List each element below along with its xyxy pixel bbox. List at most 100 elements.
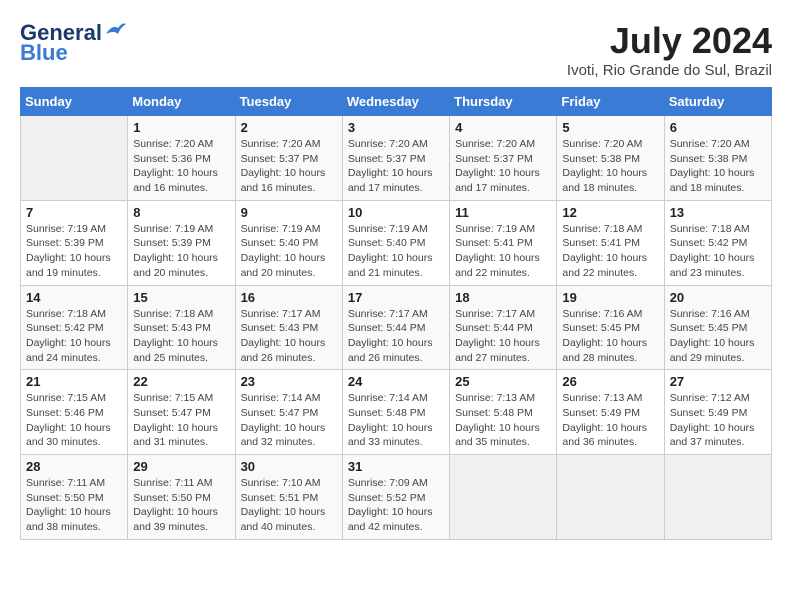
calendar-cell: 10 Sunrise: 7:19 AMSunset: 5:40 PMDayligh… <box>342 200 449 285</box>
calendar-cell: 4Sunrise: 7:20 AMSunset: 5:37 PMDaylight… <box>450 116 557 201</box>
location-title: Ivoti, Rio Grande do Sul, Brazil <box>567 62 772 79</box>
calendar-cell <box>664 455 771 540</box>
calendar-cell: 15 Sunrise: 7:18 AMSunset: 5:43 PMDayligh… <box>128 285 235 370</box>
header-monday: Monday <box>128 88 235 116</box>
calendar-cell <box>21 116 128 201</box>
calendar-cell <box>557 455 664 540</box>
day-info: Sunrise: 7:15 AMSunset: 5:47 PMDaylight:… <box>133 391 229 450</box>
day-number: 13 <box>670 205 766 220</box>
logo-blue: Blue <box>20 40 68 66</box>
calendar-cell: 21 Sunrise: 7:15 AMSunset: 5:46 PMDayligh… <box>21 370 128 455</box>
day-info: Sunrise: 7:18 AMSunset: 5:43 PMDaylight:… <box>133 307 229 366</box>
day-number: 19 <box>562 290 658 305</box>
calendar-cell: 18 Sunrise: 7:17 AMSunset: 5:44 PMDayligh… <box>450 285 557 370</box>
day-number: 8 <box>133 205 229 220</box>
day-number: 1 <box>133 120 229 135</box>
day-number: 21 <box>26 374 122 389</box>
calendar-cell: 9 Sunrise: 7:19 AMSunset: 5:40 PMDaylight… <box>235 200 342 285</box>
day-number: 29 <box>133 459 229 474</box>
day-number: 28 <box>26 459 122 474</box>
calendar-cell: 30 Sunrise: 7:10 AMSunset: 5:51 PMDayligh… <box>235 455 342 540</box>
calendar-cell: 31Sunrise: 7:09 AMSunset: 5:52 PMDayligh… <box>342 455 449 540</box>
header-saturday: Saturday <box>664 88 771 116</box>
day-number: 25 <box>455 374 551 389</box>
day-number: 24 <box>348 374 444 389</box>
day-info: Sunrise: 7:14 AMSunset: 5:47 PMDaylight:… <box>241 391 337 450</box>
day-info: Sunrise: 7:15 AMSunset: 5:46 PMDaylight:… <box>26 391 122 450</box>
day-info: Sunrise: 7:17 AMSunset: 5:44 PMDaylight:… <box>348 307 444 366</box>
calendar-week-1: 1 Sunrise: 7:20 AMSunset: 5:36 PMDaylight… <box>21 116 772 201</box>
day-number: 23 <box>241 374 337 389</box>
logo-bird-icon <box>104 20 126 38</box>
day-info: Sunrise: 7:13 AMSunset: 5:48 PMDaylight:… <box>455 391 551 450</box>
day-number: 10 <box>348 205 444 220</box>
calendar-cell: 11Sunrise: 7:19 AMSunset: 5:41 PMDayligh… <box>450 200 557 285</box>
calendar-cell: 14 Sunrise: 7:18 AMSunset: 5:42 PMDayligh… <box>21 285 128 370</box>
day-info: Sunrise: 7:14 AMSunset: 5:48 PMDaylight:… <box>348 391 444 450</box>
header-friday: Friday <box>557 88 664 116</box>
day-number: 16 <box>241 290 337 305</box>
day-info: Sunrise: 7:18 AMSunset: 5:42 PMDaylight:… <box>26 307 122 366</box>
day-number: 26 <box>562 374 658 389</box>
calendar-week-4: 21 Sunrise: 7:15 AMSunset: 5:46 PMDayligh… <box>21 370 772 455</box>
day-number: 5 <box>562 120 658 135</box>
day-info: Sunrise: 7:17 AMSunset: 5:44 PMDaylight:… <box>455 307 551 366</box>
calendar-cell: 1 Sunrise: 7:20 AMSunset: 5:36 PMDaylight… <box>128 116 235 201</box>
header-thursday: Thursday <box>450 88 557 116</box>
calendar-cell: 23 Sunrise: 7:14 AMSunset: 5:47 PMDayligh… <box>235 370 342 455</box>
day-info: Sunrise: 7:18 AMSunset: 5:41 PMDaylight:… <box>562 222 658 281</box>
calendar-cell: 13Sunrise: 7:18 AMSunset: 5:42 PMDayligh… <box>664 200 771 285</box>
day-info: Sunrise: 7:20 AMSunset: 5:36 PMDaylight:… <box>133 137 229 196</box>
day-number: 17 <box>348 290 444 305</box>
calendar-cell: 6 Sunrise: 7:20 AMSunset: 5:38 PMDaylight… <box>664 116 771 201</box>
day-number: 3 <box>348 120 444 135</box>
calendar-cell: 24 Sunrise: 7:14 AMSunset: 5:48 PMDayligh… <box>342 370 449 455</box>
calendar-cell: 20Sunrise: 7:16 AMSunset: 5:45 PMDayligh… <box>664 285 771 370</box>
calendar-cell: 19 Sunrise: 7:16 AMSunset: 5:45 PMDayligh… <box>557 285 664 370</box>
calendar-week-3: 14 Sunrise: 7:18 AMSunset: 5:42 PMDayligh… <box>21 285 772 370</box>
calendar-table: SundayMondayTuesdayWednesdayThursdayFrid… <box>20 87 772 540</box>
day-number: 9 <box>241 205 337 220</box>
day-number: 6 <box>670 120 766 135</box>
day-info: Sunrise: 7:19 AMSunset: 5:40 PMDaylight:… <box>241 222 337 281</box>
calendar-cell: 29 Sunrise: 7:11 AMSunset: 5:50 PMDayligh… <box>128 455 235 540</box>
calendar-cell: 16 Sunrise: 7:17 AMSunset: 5:43 PMDayligh… <box>235 285 342 370</box>
day-number: 20 <box>670 290 766 305</box>
page-header: General Blue July 2024 Ivoti, Rio Grande… <box>20 20 772 79</box>
calendar-cell: 8 Sunrise: 7:19 AMSunset: 5:39 PMDaylight… <box>128 200 235 285</box>
day-number: 2 <box>241 120 337 135</box>
day-info: Sunrise: 7:16 AMSunset: 5:45 PMDaylight:… <box>562 307 658 366</box>
day-number: 18 <box>455 290 551 305</box>
title-area: July 2024 Ivoti, Rio Grande do Sul, Braz… <box>567 20 772 79</box>
day-info: Sunrise: 7:19 AMSunset: 5:39 PMDaylight:… <box>133 222 229 281</box>
day-number: 14 <box>26 290 122 305</box>
day-info: Sunrise: 7:17 AMSunset: 5:43 PMDaylight:… <box>241 307 337 366</box>
day-info: Sunrise: 7:10 AMSunset: 5:51 PMDaylight:… <box>241 476 337 535</box>
day-number: 15 <box>133 290 229 305</box>
calendar-week-2: 7 Sunrise: 7:19 AMSunset: 5:39 PMDaylight… <box>21 200 772 285</box>
day-number: 30 <box>241 459 337 474</box>
calendar-cell: 27Sunrise: 7:12 AMSunset: 5:49 PMDayligh… <box>664 370 771 455</box>
header-wednesday: Wednesday <box>342 88 449 116</box>
day-info: Sunrise: 7:20 AMSunset: 5:38 PMDaylight:… <box>670 137 766 196</box>
day-info: Sunrise: 7:13 AMSunset: 5:49 PMDaylight:… <box>562 391 658 450</box>
day-info: Sunrise: 7:11 AMSunset: 5:50 PMDaylight:… <box>133 476 229 535</box>
header-sunday: Sunday <box>21 88 128 116</box>
day-info: Sunrise: 7:20 AMSunset: 5:37 PMDaylight:… <box>348 137 444 196</box>
day-info: Sunrise: 7:20 AMSunset: 5:37 PMDaylight:… <box>241 137 337 196</box>
day-info: Sunrise: 7:19 AMSunset: 5:41 PMDaylight:… <box>455 222 551 281</box>
day-number: 4 <box>455 120 551 135</box>
calendar-cell: 28Sunrise: 7:11 AMSunset: 5:50 PMDayligh… <box>21 455 128 540</box>
calendar-cell: 22Sunrise: 7:15 AMSunset: 5:47 PMDayligh… <box>128 370 235 455</box>
day-number: 31 <box>348 459 444 474</box>
header-tuesday: Tuesday <box>235 88 342 116</box>
day-info: Sunrise: 7:19 AMSunset: 5:40 PMDaylight:… <box>348 222 444 281</box>
month-title: July 2024 <box>567 20 772 62</box>
day-number: 7 <box>26 205 122 220</box>
calendar-cell: 12 Sunrise: 7:18 AMSunset: 5:41 PMDayligh… <box>557 200 664 285</box>
day-number: 12 <box>562 205 658 220</box>
calendar-cell <box>450 455 557 540</box>
calendar-cell: 17 Sunrise: 7:17 AMSunset: 5:44 PMDayligh… <box>342 285 449 370</box>
day-info: Sunrise: 7:20 AMSunset: 5:38 PMDaylight:… <box>562 137 658 196</box>
logo: General Blue <box>20 20 126 66</box>
